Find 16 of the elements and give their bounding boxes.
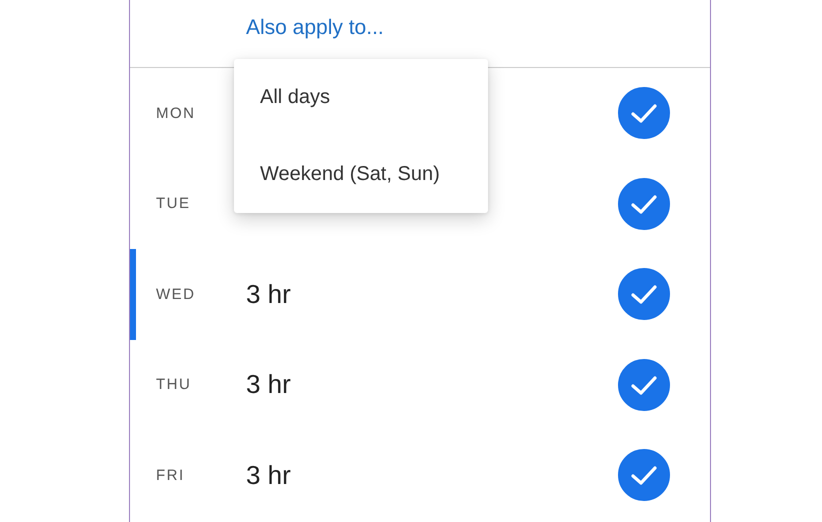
menu-item[interactable]: Weekend (Sat, Sun) (234, 136, 488, 213)
check-icon[interactable] (618, 268, 670, 320)
hours-value: 3 hr (246, 369, 292, 400)
check-icon[interactable] (618, 358, 670, 411)
hours-value: 3 hr (246, 460, 292, 491)
day-label: WED (155, 286, 196, 303)
hours-value: 3 hr (246, 278, 292, 310)
also-apply-link[interactable]: Also apply to... (246, 16, 384, 40)
day-label: MON (155, 104, 196, 122)
check-icon[interactable] (618, 87, 670, 140)
day-label: FRI (155, 466, 186, 484)
day-label: THU (155, 376, 192, 394)
check-icon[interactable] (618, 449, 670, 502)
day-label: TUE (155, 195, 192, 212)
menu-item[interactable]: All days (234, 59, 488, 136)
check-icon[interactable] (618, 178, 670, 230)
